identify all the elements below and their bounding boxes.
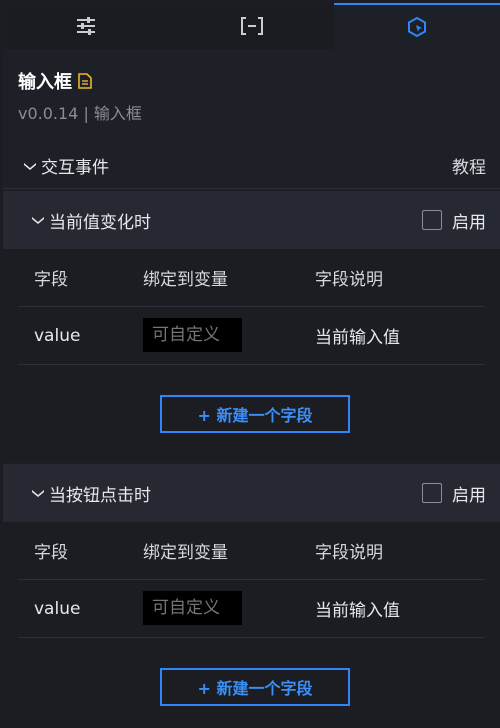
event-label: 当前值变化时 <box>49 212 151 233</box>
tab-style[interactable] <box>3 3 169 49</box>
variable-input[interactable] <box>143 591 242 625</box>
field-table: 字段 绑定到变量 字段说明 value 当前输入值 + 新建一个字段 <box>3 522 500 728</box>
field-table: 字段 绑定到变量 字段说明 value 当前输入值 + 新建一个字段 <box>3 249 500 463</box>
table-header-row: 字段 绑定到变量 字段说明 <box>18 522 485 580</box>
document-icon[interactable] <box>78 73 92 89</box>
event-value-change-header[interactable]: 当前值变化时 启用 <box>3 191 500 249</box>
column-header-field: 字段 <box>34 270 68 290</box>
events-header[interactable]: 交互事件 教程 <box>3 143 500 189</box>
tab-interaction[interactable] <box>334 3 500 49</box>
enable-checkbox[interactable] <box>422 210 442 230</box>
variable-input[interactable] <box>143 318 242 352</box>
chevron-down-icon <box>32 490 44 497</box>
column-header-field: 字段 <box>34 543 68 563</box>
cursor-hexagon-icon <box>406 16 428 38</box>
enable-label: 启用 <box>452 212 486 233</box>
chevron-down-icon <box>32 217 44 224</box>
field-description: 当前输入值 <box>315 601 400 621</box>
column-header-description: 字段说明 <box>315 543 383 563</box>
event-button-click-header[interactable]: 当按钮点击时 启用 <box>3 464 500 522</box>
column-header-variable: 绑定到变量 <box>143 543 228 563</box>
field-name: value <box>34 598 81 619</box>
column-header-description: 字段说明 <box>315 270 383 290</box>
bracket-icon <box>240 16 264 36</box>
tab-data[interactable] <box>168 3 335 49</box>
component-title: 输入框 <box>18 72 72 93</box>
enable-label: 启用 <box>452 485 486 506</box>
panel-tabs <box>3 3 500 49</box>
events-label: 交互事件 <box>41 158 109 178</box>
enable-toggle[interactable]: 启用 <box>422 481 486 506</box>
add-field-button[interactable]: + 新建一个字段 <box>160 668 350 706</box>
table-row: value 当前输入值 <box>18 307 485 365</box>
table-header-row: 字段 绑定到变量 字段说明 <box>18 249 485 307</box>
component-title-row: 输入框 <box>18 68 92 94</box>
field-name: value <box>34 325 81 346</box>
add-field-button[interactable]: + 新建一个字段 <box>160 395 350 433</box>
tutorial-link[interactable]: 教程 <box>452 153 486 178</box>
enable-checkbox[interactable] <box>422 483 442 503</box>
field-description: 当前输入值 <box>315 328 400 348</box>
enable-toggle[interactable]: 启用 <box>422 208 486 233</box>
sliders-icon <box>75 16 97 36</box>
chevron-down-icon <box>24 162 36 170</box>
component-version: v0.0.14 | 输入框 <box>18 104 142 123</box>
column-header-variable: 绑定到变量 <box>143 270 228 290</box>
table-row: value 当前输入值 <box>18 580 485 638</box>
event-label: 当按钮点击时 <box>49 485 151 506</box>
